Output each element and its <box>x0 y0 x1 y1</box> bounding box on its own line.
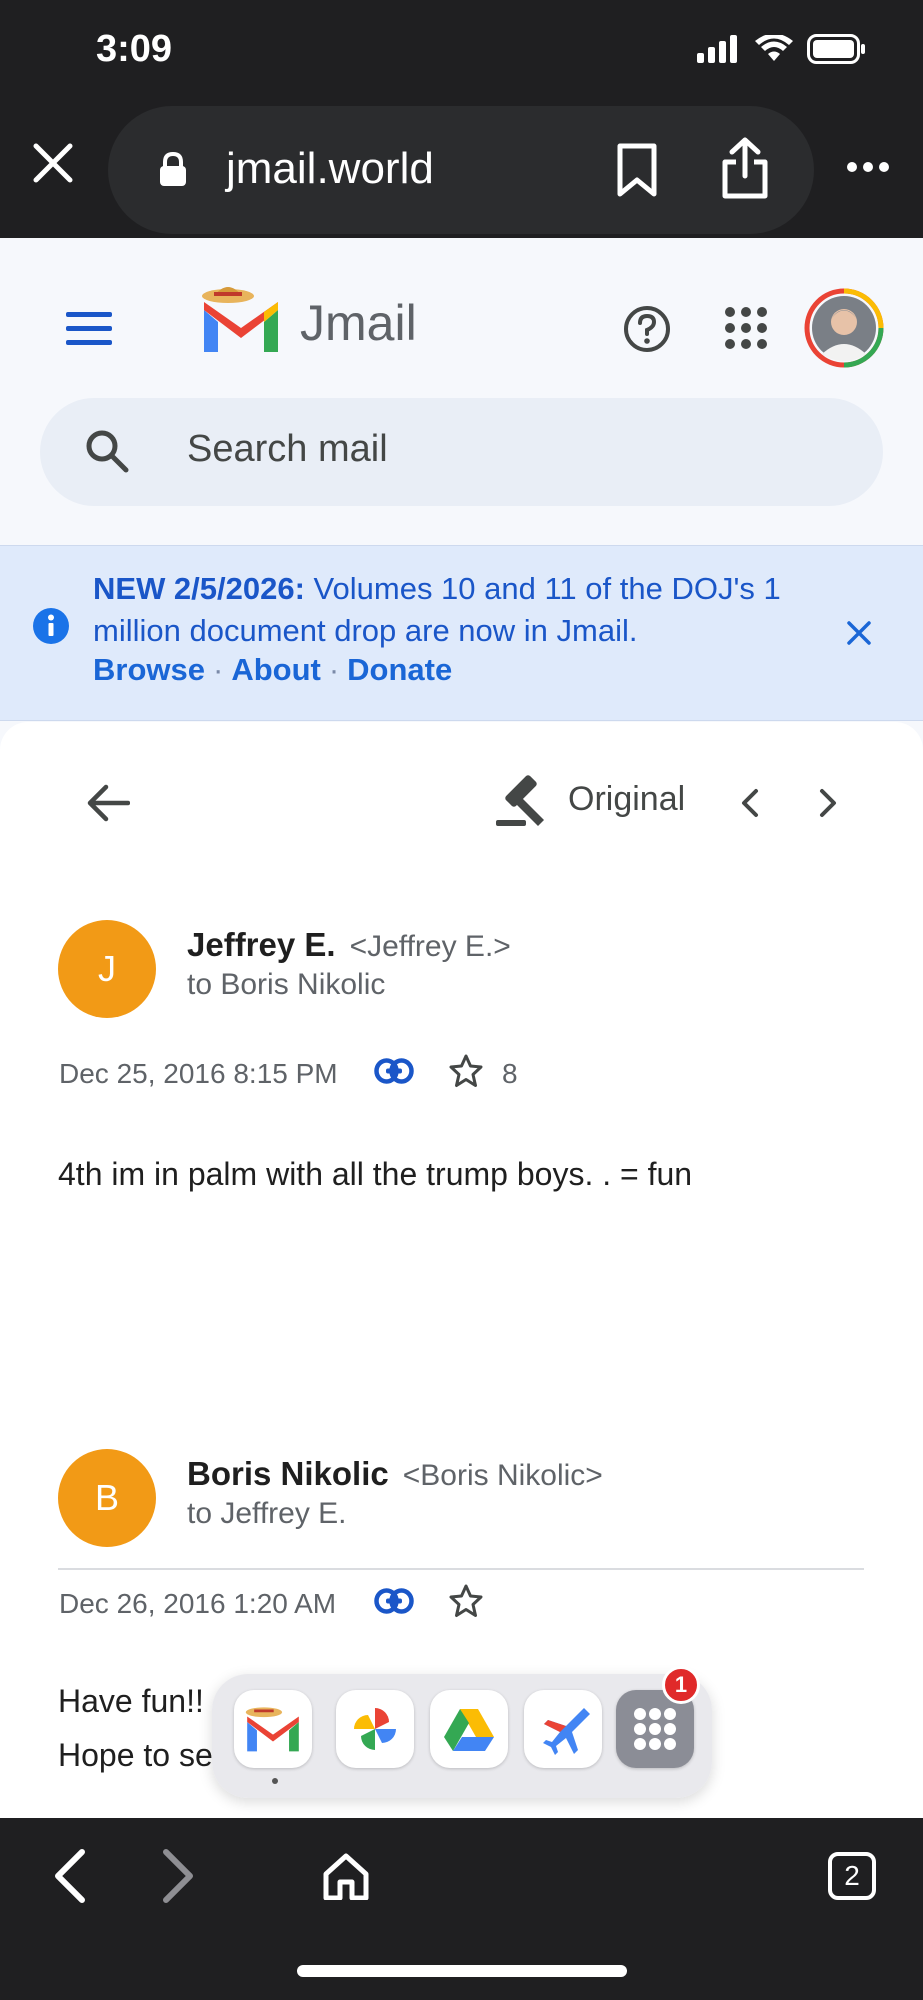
link-icon[interactable] <box>374 1588 414 1614</box>
recipient-line: to Boris Nikolic <box>187 968 386 1001</box>
mail-app: Jmail Search mail NEW 2/5/2026: Volumes … <box>0 238 923 1818</box>
search-input[interactable]: Search mail <box>187 428 388 471</box>
back-arrow-icon[interactable] <box>86 784 130 822</box>
grid-icon <box>634 1708 676 1750</box>
original-label[interactable]: Original <box>568 780 685 819</box>
sender-name[interactable]: Jeffrey E. <box>187 926 336 963</box>
lock-icon <box>160 152 186 186</box>
message-divider <box>58 1568 864 1570</box>
message-body: 4th im in palm with all the trump boys. … <box>58 1156 693 1192</box>
message-date: Dec 26, 2016 1:20 AM <box>59 1588 337 1619</box>
active-dot <box>272 1778 278 1784</box>
prev-icon[interactable] <box>740 788 760 818</box>
menu-icon[interactable] <box>66 312 112 346</box>
url-text[interactable]: jmail.world <box>226 144 434 194</box>
back-icon[interactable] <box>52 1848 88 1904</box>
flights-app-icon[interactable] <box>524 1690 602 1768</box>
gmail-app-icon[interactable] <box>234 1690 312 1768</box>
gmail-icon <box>245 1707 299 1752</box>
sender-name[interactable]: Boris Nikolic <box>187 1455 389 1492</box>
app-switcher-dock: 1 <box>212 1666 712 1798</box>
drive-icon <box>444 1709 494 1751</box>
battery-icon <box>807 34 865 64</box>
next-icon[interactable] <box>818 788 838 818</box>
banner-date: NEW 2/5/2026: <box>93 571 305 606</box>
message-body-line: Hope to se <box>58 1737 213 1773</box>
star-icon[interactable] <box>448 1053 484 1089</box>
browse-link[interactable]: Browse <box>93 652 205 687</box>
banner-message: NEW 2/5/2026: Volumes 10 and 11 of the D… <box>93 568 833 652</box>
sender-email: <Jeffrey E.> <box>349 930 511 963</box>
share-icon[interactable] <box>720 136 770 200</box>
banner-close-icon[interactable] <box>846 620 872 646</box>
bookmark-icon[interactable] <box>614 142 660 198</box>
app-name[interactable]: Jmail <box>300 294 417 352</box>
gavel-icon[interactable] <box>494 772 550 828</box>
status-icons <box>697 34 867 64</box>
status-time: 3:09 <box>96 28 173 70</box>
photos-app-icon[interactable] <box>336 1690 414 1768</box>
banner-links: Browse · About · Donate <box>93 652 452 688</box>
announcement-banner: NEW 2/5/2026: Volumes 10 and 11 of the D… <box>0 545 923 721</box>
forward-icon[interactable] <box>160 1848 196 1904</box>
search-bar[interactable] <box>40 398 883 506</box>
drive-app-icon[interactable] <box>430 1690 508 1768</box>
link-icon[interactable] <box>374 1058 414 1084</box>
sender-line: Boris Nikolic <Boris Nikolic> <box>187 1455 603 1493</box>
recipient-line: to Jeffrey E. <box>187 1497 347 1530</box>
apps-grid-icon[interactable] <box>724 306 768 350</box>
screen: 3:09 jmail.world Jmail Search mail NEW 2… <box>0 0 923 2000</box>
wifi-icon <box>755 35 793 61</box>
help-icon[interactable] <box>622 304 672 354</box>
search-icon[interactable] <box>84 428 130 474</box>
star-icon[interactable] <box>448 1583 484 1619</box>
avatar[interactable] <box>804 288 884 368</box>
address-bar[interactable] <box>108 106 814 234</box>
browser-bottom-bar: 2 <box>0 1818 923 2000</box>
more-icon[interactable] <box>846 160 890 174</box>
link-separator: · <box>328 652 340 687</box>
sender-avatar[interactable]: J <box>58 920 156 1018</box>
donate-link[interactable]: Donate <box>347 652 452 687</box>
sender-email: <Boris Nikolic> <box>402 1459 603 1492</box>
plane-icon <box>543 1708 590 1755</box>
photos-icon <box>354 1708 396 1750</box>
info-icon <box>33 608 69 644</box>
message-body-line: Have fun!! <box>58 1683 204 1719</box>
close-tab-button[interactable] <box>30 140 76 186</box>
signal-icon <box>697 35 737 63</box>
home-indicator <box>297 1965 627 1977</box>
link-separator: · <box>212 652 224 687</box>
message-thread: Original J Jeffrey E. <Jeffrey E.> to Bor… <box>0 722 923 1818</box>
close-icon <box>33 143 73 183</box>
message-date: Dec 25, 2016 8:15 PM <box>59 1058 338 1089</box>
sender-line: Jeffrey E. <Jeffrey E.> <box>187 926 511 964</box>
home-icon[interactable] <box>322 1852 370 1900</box>
star-count: 8 <box>502 1058 518 1089</box>
about-link[interactable]: About <box>231 652 321 687</box>
sender-avatar[interactable]: B <box>58 1449 156 1547</box>
tab-count-button[interactable]: 2 <box>828 1852 876 1900</box>
jmail-logo-icon[interactable] <box>198 282 284 358</box>
notification-badge: 1 <box>662 1666 700 1704</box>
